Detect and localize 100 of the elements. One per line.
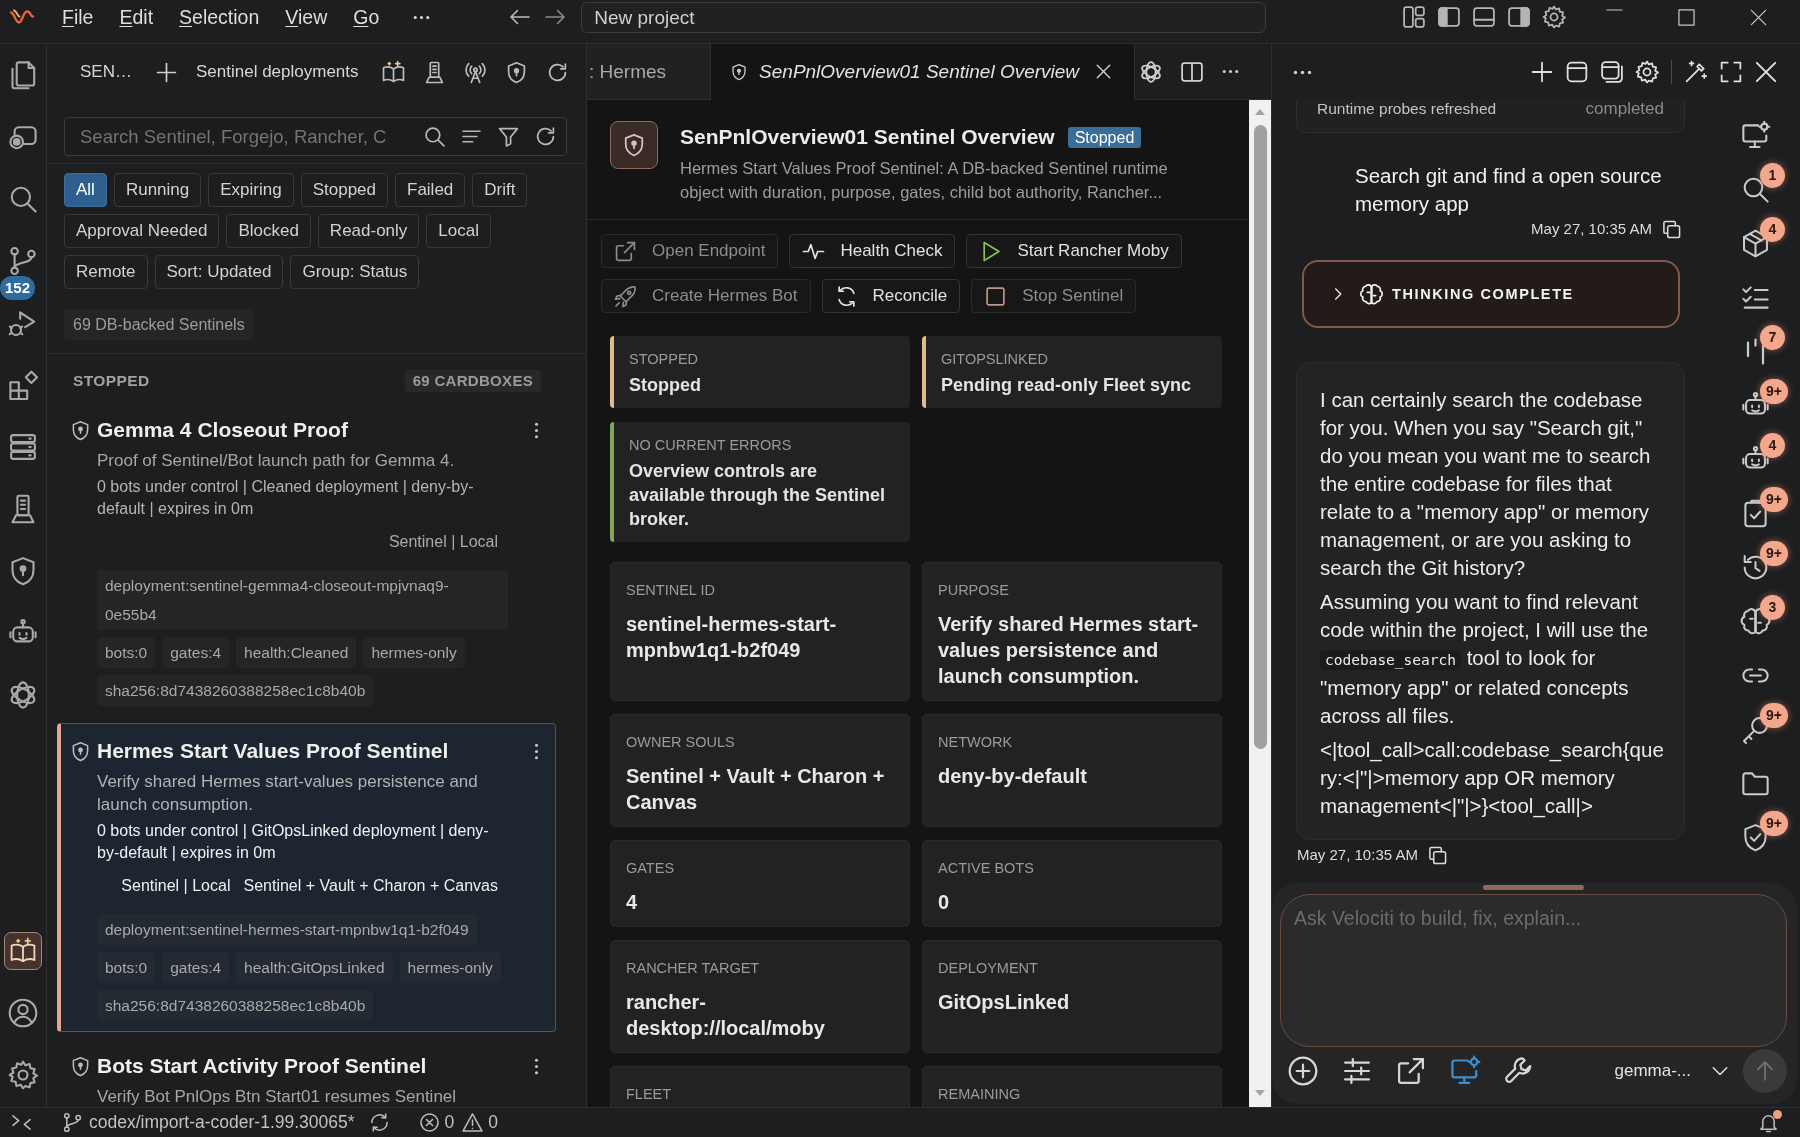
search-input[interactable]: Search Sentinel, Forgejo, Rancher, C	[80, 125, 408, 148]
action-button[interactable]: Health Check	[789, 234, 956, 268]
remote-icon[interactable]	[12, 1113, 31, 1132]
menu-item[interactable]: Go	[353, 5, 380, 29]
filter-chip[interactable]: Running	[113, 173, 202, 207]
send-button[interactable]	[1743, 1049, 1787, 1093]
minimize-icon[interactable]	[1605, 8, 1623, 11]
branch-icon	[63, 1113, 82, 1132]
search-field[interactable]: Search Sentinel, Forgejo, Rancher, C	[64, 117, 567, 156]
sliders-icon[interactable]	[1343, 1057, 1371, 1085]
plus-circle-icon[interactable]	[1289, 1057, 1317, 1085]
message-input[interactable]: Ask Velociti to build, fix, explain...	[1280, 894, 1787, 1047]
activity-button[interactable]	[4, 932, 42, 970]
activity-button[interactable]	[8, 998, 38, 1028]
sentinel-card[interactable]	[57, 723, 556, 1032]
warning-icon[interactable]	[463, 1113, 483, 1132]
copy-icon[interactable]	[1662, 219, 1681, 239]
sync-icon[interactable]	[369, 1113, 389, 1132]
menu-item[interactable]: Selection	[179, 5, 260, 29]
checklist-icon[interactable]	[1742, 283, 1769, 311]
settings-icon[interactable]	[1636, 61, 1658, 83]
activity-button[interactable]	[8, 184, 38, 214]
more-icon[interactable]	[1222, 69, 1240, 74]
model-selector[interactable]: gemma-...	[1614, 1061, 1729, 1081]
back-arrow-icon[interactable]	[510, 7, 531, 27]
shield-icon[interactable]	[505, 61, 527, 83]
monitor-gear-icon[interactable]	[1451, 1057, 1479, 1085]
plus-icon[interactable]	[155, 61, 177, 83]
menu-item[interactable]: Edit	[119, 5, 154, 29]
stacked-windows-icon[interactable]	[1601, 61, 1623, 83]
sidebar-toggle-icon[interactable]	[1438, 6, 1460, 28]
brain-icon[interactable]	[1742, 607, 1769, 635]
filter-chip[interactable]: Group: Status	[290, 255, 420, 289]
refresh-icon[interactable]	[535, 126, 556, 147]
filter-chip[interactable]: Failed	[395, 173, 466, 207]
more-icon[interactable]	[533, 1057, 539, 1075]
monitor-gear-icon[interactable]	[1742, 121, 1769, 149]
more-icon[interactable]	[1293, 69, 1312, 75]
plus-icon[interactable]	[1531, 61, 1553, 83]
copy-icon[interactable]	[1427, 845, 1447, 865]
server-tower-icon[interactable]	[423, 61, 445, 83]
resize-handle[interactable]	[1483, 885, 1584, 890]
close-icon[interactable]	[1749, 8, 1767, 26]
filter-chip[interactable]: All	[64, 173, 107, 207]
split-editor-icon[interactable]	[1181, 60, 1204, 83]
filter-icon[interactable]	[498, 126, 519, 147]
activity-button[interactable]	[8, 1060, 38, 1090]
fullscreen-icon[interactable]	[1720, 61, 1742, 83]
more-icon[interactable]	[533, 742, 539, 760]
more-icon[interactable]	[533, 421, 539, 439]
filter-chip[interactable]: Local	[426, 214, 491, 248]
close-icon[interactable]	[1755, 61, 1777, 83]
activity-button[interactable]	[8, 432, 38, 462]
editor-tab[interactable]: : Hermes	[587, 44, 712, 100]
filter-chip[interactable]: Remote	[64, 255, 148, 289]
activity-button[interactable]	[8, 680, 38, 710]
wrench-icon[interactable]	[1505, 1057, 1533, 1085]
command-center[interactable]: New project	[581, 1, 1267, 33]
atom-icon[interactable]	[1140, 60, 1163, 83]
activity-button[interactable]	[8, 246, 38, 276]
activity-button[interactable]	[8, 556, 38, 586]
action-button[interactable]: Reconcile	[821, 279, 961, 313]
activity-button[interactable]	[8, 370, 38, 400]
filter-chip[interactable]: Drift	[472, 173, 528, 207]
error-icon[interactable]	[419, 1113, 439, 1132]
filter-chip[interactable]: Read-only	[317, 214, 420, 248]
layout-icon[interactable]	[1403, 6, 1425, 28]
branch-indicator[interactable]: codex/import-a-coder-1.99.30065*	[63, 1112, 355, 1133]
activity-button[interactable]	[8, 60, 38, 90]
filter-chip[interactable]: Approval Needed	[64, 214, 220, 248]
secondary-sidebar-toggle-icon[interactable]	[1508, 6, 1530, 28]
more-icon[interactable]	[413, 14, 431, 20]
filter-chip[interactable]: Stopped	[300, 173, 388, 207]
sentinel-card[interactable]: Bots Start Activity Proof Sentinel Verify Bot PnlOps Btn Start01 resumes Sentinel	[57, 1038, 556, 1107]
editor-tab[interactable]: SenPnlOverview01 Sentinel Overview	[711, 44, 1136, 100]
menu-item[interactable]: View	[285, 5, 328, 29]
panel-toggle-icon[interactable]	[1473, 6, 1495, 28]
action-button[interactable]: Start Rancher Moby	[966, 234, 1182, 268]
window-icon[interactable]	[1566, 61, 1588, 83]
filter-chip[interactable]: Blocked	[226, 214, 311, 248]
filter-chip[interactable]: Sort: Updated	[154, 255, 284, 289]
cube-icon[interactable]	[1742, 229, 1769, 257]
forward-arrow-icon[interactable]	[545, 7, 566, 27]
search-icon[interactable]	[424, 126, 445, 147]
close-icon[interactable]	[1096, 64, 1112, 79]
settings-icon[interactable]	[1543, 6, 1565, 28]
search-icon[interactable]	[1742, 175, 1769, 203]
book-icon[interactable]	[382, 61, 404, 83]
menu-item[interactable]: File	[62, 5, 94, 29]
thinking-toggle[interactable]: THINKING COMPLETE	[1302, 260, 1680, 328]
magic-wand-icon[interactable]	[1685, 61, 1707, 83]
scrollbar-thumb[interactable]	[1253, 125, 1267, 749]
bell-icon[interactable]	[1759, 1113, 1778, 1132]
refresh-icon[interactable]	[546, 61, 568, 83]
filter-chip[interactable]: Expiring	[208, 173, 294, 207]
folder-icon[interactable]	[1742, 769, 1769, 797]
external-link-icon[interactable]	[1397, 1057, 1425, 1085]
maximize-icon[interactable]	[1677, 8, 1695, 26]
antenna-icon[interactable]	[464, 61, 486, 83]
activity-button[interactable]	[8, 308, 38, 338]
